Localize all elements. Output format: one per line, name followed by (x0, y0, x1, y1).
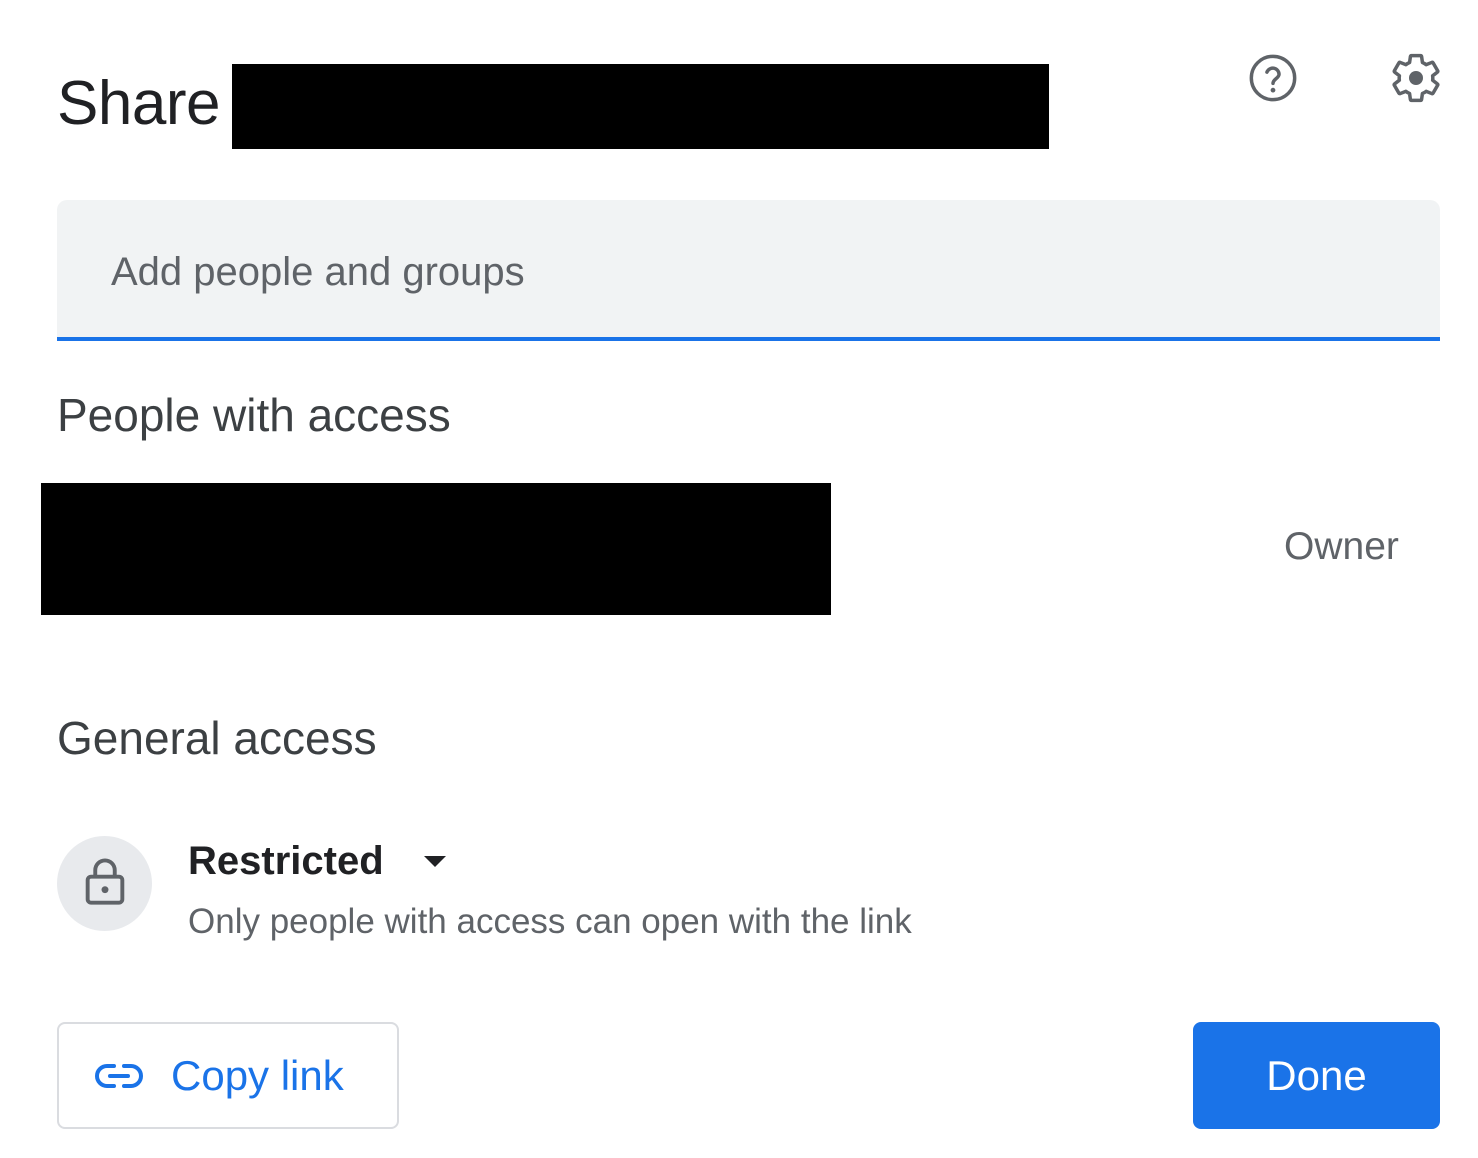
general-access-dropdown[interactable]: Restricted (188, 836, 446, 886)
done-label: Done (1266, 1051, 1367, 1099)
add-people-input[interactable] (109, 240, 1393, 304)
redacted-person-info (41, 483, 831, 615)
lock-icon-container (57, 836, 152, 931)
share-dialog: Share People with access Owner General a… (0, 0, 1478, 1158)
general-access-row: Restricted Only people with access can o… (57, 836, 1157, 956)
link-icon (95, 1056, 145, 1096)
gear-icon (1388, 50, 1444, 111)
lock-icon (82, 855, 128, 912)
copy-link-button[interactable]: Copy link (57, 1022, 399, 1129)
redacted-file-name (232, 64, 1049, 149)
help-circle-icon (1247, 52, 1299, 109)
general-access-description: Only people with access can open with th… (188, 902, 912, 941)
copy-link-label: Copy link (171, 1051, 344, 1099)
done-button[interactable]: Done (1193, 1022, 1440, 1129)
person-row: Owner (0, 483, 1478, 615)
add-people-field[interactable] (57, 200, 1440, 341)
owner-role-label: Owner (1284, 525, 1399, 568)
general-access-value: Restricted (188, 838, 384, 883)
people-with-access-heading: People with access (57, 389, 451, 441)
caret-down-icon (423, 855, 446, 867)
help-button[interactable] (1243, 50, 1303, 110)
general-access-heading: General access (57, 712, 377, 764)
dialog-title: Share (57, 69, 220, 138)
settings-button[interactable] (1386, 50, 1446, 110)
